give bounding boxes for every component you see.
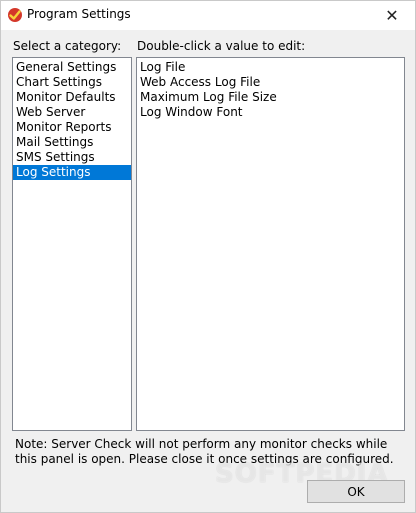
value-item-log-window-font[interactable]: Log Window Font [137,105,404,120]
category-item-monitor-reports[interactable]: Monitor Reports [13,120,131,135]
app-icon [7,7,23,23]
value-item-log-file[interactable]: Log File [137,60,404,75]
category-list[interactable]: General Settings Chart Settings Monitor … [12,57,132,431]
values-list[interactable]: Log File Web Access Log File Maximum Log… [136,57,405,431]
category-item-general-settings[interactable]: General Settings [13,60,131,75]
value-item-maximum-log-file-size[interactable]: Maximum Log File Size [137,90,404,105]
window-title: Program Settings [27,7,131,21]
category-item-chart-settings[interactable]: Chart Settings [13,75,131,90]
close-icon: ✕ [385,6,399,25]
category-item-monitor-defaults[interactable]: Monitor Defaults [13,90,131,105]
close-button[interactable]: ✕ [369,1,415,30]
category-item-log-settings[interactable]: Log Settings [13,165,131,180]
category-item-mail-settings[interactable]: Mail Settings [13,135,131,150]
category-item-web-server[interactable]: Web Server [13,105,131,120]
category-item-sms-settings[interactable]: SMS Settings [13,150,131,165]
ok-button-label: OK [347,484,365,499]
program-settings-dialog: Program Settings ✕ Select a category: Ge… [0,0,416,513]
values-label: Double-click a value to edit: [137,39,306,53]
category-label: Select a category: [13,39,122,53]
note-text: Note: Server Check will not perform any … [15,437,394,466]
title-bar: Program Settings ✕ [1,1,415,30]
value-item-web-access-log-file[interactable]: Web Access Log File [137,75,404,90]
ok-button[interactable]: OK [307,480,405,503]
